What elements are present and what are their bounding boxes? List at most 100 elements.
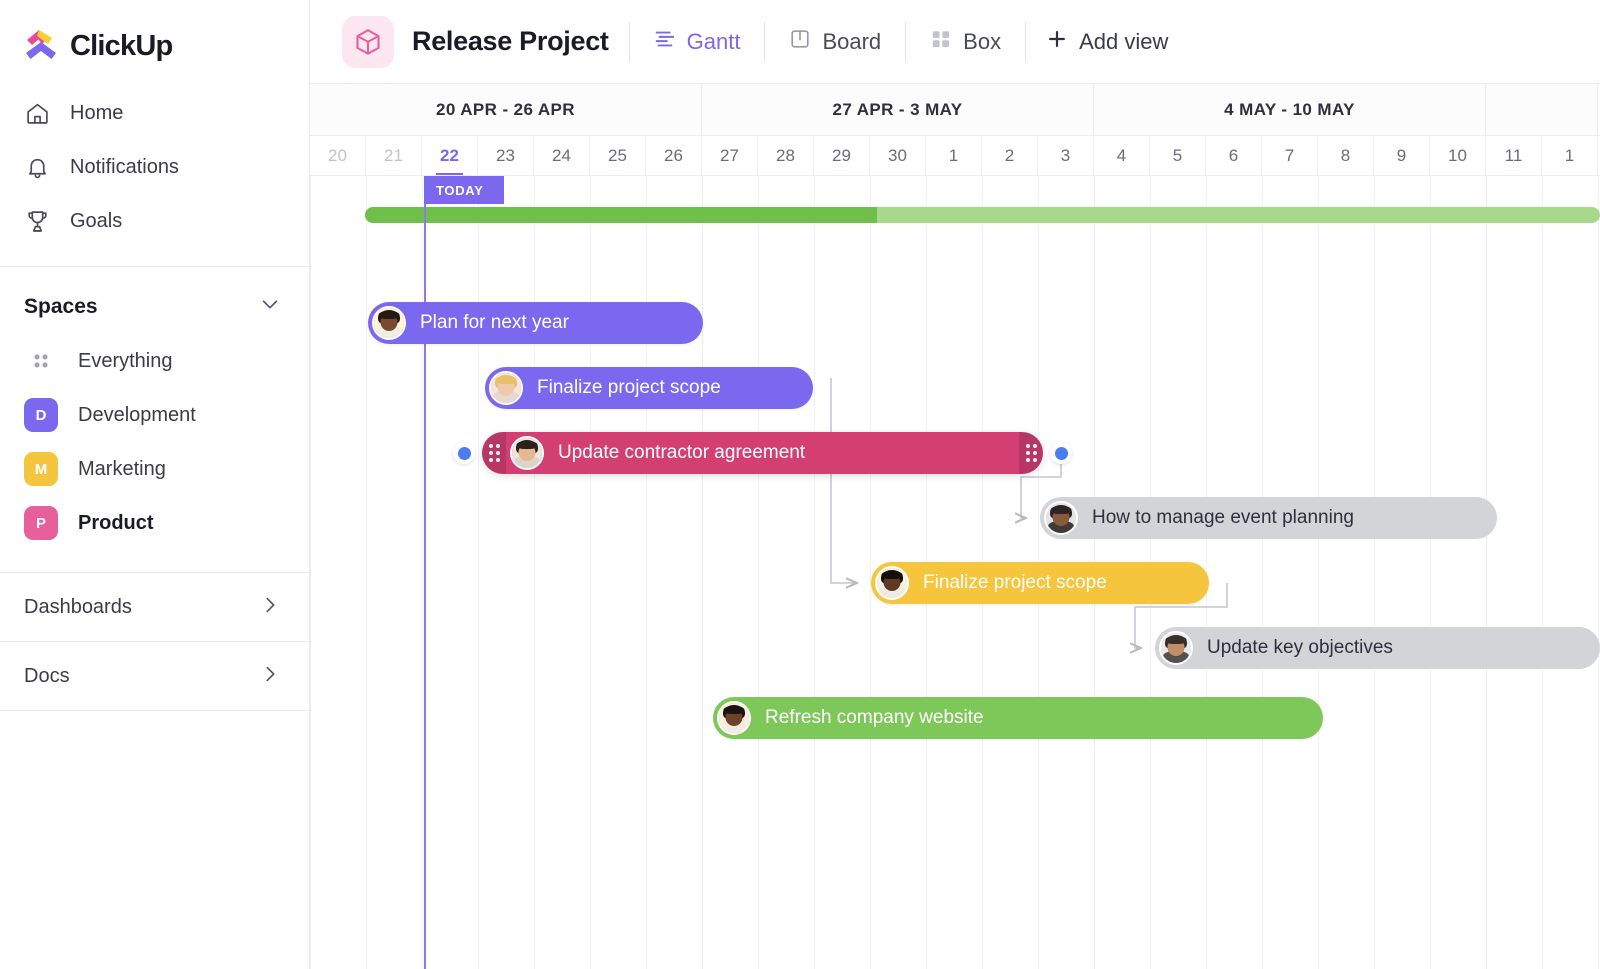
grip-dots-icon — [1025, 444, 1037, 462]
timeline-day-2[interactable]: 2 — [982, 136, 1038, 175]
avatar[interactable] — [372, 306, 406, 340]
gantt-canvas[interactable]: TODAY Plan for next year Finalize project… — [310, 176, 1600, 969]
avatar-face — [1046, 503, 1076, 533]
grip-dots-icon — [488, 444, 500, 462]
timeline-day-30[interactable]: 30 — [870, 136, 926, 175]
sidebar-item-home[interactable]: Home — [0, 86, 309, 140]
dependency-dot-end[interactable] — [1050, 442, 1072, 464]
sidebar-nav: Home Notifications Goals — [0, 72, 309, 248]
spaces-header[interactable]: Spaces — [0, 267, 309, 334]
clickup-logo[interactable]: ClickUp — [0, 0, 309, 72]
gantt-bar[interactable]: Update contractor agreement — [482, 432, 1043, 474]
timeline-week-0: 20 APR - 26 APR — [310, 84, 702, 135]
avatar[interactable] — [875, 566, 909, 600]
timeline-day-6[interactable]: 6 — [1206, 136, 1262, 175]
sidebar-item-docs[interactable]: Docs — [0, 642, 309, 710]
sidebar-item-notifications[interactable]: Notifications — [0, 140, 309, 194]
tab-gantt[interactable]: Gantt — [650, 22, 745, 61]
timeline-day-5[interactable]: 5 — [1150, 136, 1206, 175]
dependency-dot-core — [1054, 446, 1068, 460]
project-progress-bar[interactable] — [365, 207, 1600, 223]
timeline-day-1[interactable]: 1 — [926, 136, 982, 175]
timeline-day-9[interactable]: 9 — [1374, 136, 1430, 175]
timeline-day-24[interactable]: 24 — [534, 136, 590, 175]
timeline-day-8[interactable]: 8 — [1318, 136, 1374, 175]
project-progress-fill — [365, 207, 877, 223]
add-view-button[interactable]: Add view — [1046, 28, 1168, 55]
sidebar-item-marketing[interactable]: M Marketing — [0, 442, 309, 496]
tab-label: Board — [822, 28, 882, 54]
chevron-down-icon[interactable] — [259, 293, 281, 320]
gantt-bar[interactable]: Refresh company website — [713, 697, 1323, 739]
timeline-day-header: 20 21 22 23 24 25 26 27 28 29 30 1 2 3 4 5 6 7 8 9 10 11 1 — [310, 136, 1600, 176]
gantt-bar[interactable]: Finalize project scope — [485, 367, 813, 409]
timeline-day-22[interactable]: 22 — [422, 136, 478, 175]
timeline-week-3 — [1486, 84, 1598, 135]
today-marker-chip: TODAY — [424, 176, 504, 204]
timeline-day-28[interactable]: 28 — [758, 136, 814, 175]
gantt-bar[interactable]: Finalize project scope — [871, 562, 1209, 604]
gantt-bar-label: Update contractor agreement — [558, 442, 806, 463]
trophy-icon — [24, 208, 50, 234]
gantt-bar-label: Finalize project scope — [537, 377, 721, 398]
timeline-day-20[interactable]: 20 — [310, 136, 366, 175]
timeline-day-3[interactable]: 3 — [1038, 136, 1094, 175]
avatar[interactable] — [510, 436, 544, 470]
avatar[interactable] — [717, 701, 751, 735]
avatar-face — [374, 308, 404, 338]
sidebar-item-label: Notifications — [70, 155, 179, 178]
timeline-day-11[interactable]: 11 — [1486, 136, 1542, 175]
space-label: Development — [78, 403, 196, 426]
chevron-right-icon[interactable] — [259, 663, 281, 690]
timeline-day-7[interactable]: 7 — [1262, 136, 1318, 175]
timeline-day-10[interactable]: 10 — [1430, 136, 1486, 175]
gantt-bar[interactable]: How to manage event planning — [1040, 497, 1497, 539]
clickup-logo-text: ClickUp — [70, 29, 173, 62]
tab-board[interactable]: Board — [785, 22, 885, 61]
sidebar-item-dashboards[interactable]: Dashboards — [0, 573, 309, 641]
timeline-day-29[interactable]: 29 — [814, 136, 870, 175]
plus-icon — [1046, 28, 1068, 55]
gantt-bar[interactable]: Update key objectives — [1155, 627, 1600, 669]
page-title: Release Project — [412, 26, 609, 56]
box-icon — [930, 28, 952, 55]
tab-label: Box — [963, 28, 1002, 54]
timeline-day-27[interactable]: 27 — [702, 136, 758, 175]
timeline-week-2: 4 MAY - 10 MAY — [1094, 84, 1486, 135]
clickup-app: ClickUp Home Notifications Goals Spaces … — [0, 0, 1600, 969]
timeline-day-21[interactable]: 21 — [366, 136, 422, 175]
timeline-day-26[interactable]: 26 — [646, 136, 702, 175]
gantt-bar[interactable]: Plan for next year — [368, 302, 703, 344]
chevron-right-icon[interactable] — [259, 594, 281, 621]
tab-label: Gantt — [686, 28, 741, 54]
avatar-face — [491, 373, 521, 403]
folder-label: Docs — [24, 664, 70, 687]
gantt-icon — [654, 28, 676, 55]
toolbar-divider — [1025, 21, 1027, 62]
sidebar-item-everything[interactable]: Everything — [0, 334, 309, 388]
sidebar-item-development[interactable]: D Development — [0, 388, 309, 442]
space-badge-development: D — [24, 398, 58, 432]
spaces-list: Everything D Development M Marketing P P… — [0, 334, 309, 550]
avatar[interactable] — [489, 371, 523, 405]
tab-box[interactable]: Box — [926, 22, 1005, 61]
clickup-logo-icon — [22, 27, 60, 65]
timeline-day-4[interactable]: 4 — [1094, 136, 1150, 175]
avatar[interactable] — [1044, 501, 1078, 535]
sidebar-item-goals[interactable]: Goals — [0, 194, 309, 248]
cube-icon — [342, 15, 394, 68]
timeline-day-25[interactable]: 25 — [590, 136, 646, 175]
gantt-bar-label: Plan for next year — [420, 312, 569, 333]
sidebar: ClickUp Home Notifications Goals Spaces … — [0, 0, 310, 969]
folder-label: Dashboards — [24, 595, 132, 618]
avatar-face — [1161, 633, 1191, 663]
timeline-day-23[interactable]: 23 — [478, 136, 534, 175]
gantt-bar-label: Finalize project scope — [923, 572, 1107, 593]
sidebar-item-label: Home — [70, 101, 124, 124]
sidebar-divider-4 — [0, 710, 309, 711]
timeline-day-1[interactable]: 1 — [1542, 136, 1598, 175]
dependency-dot-start[interactable] — [453, 442, 475, 464]
sidebar-item-product[interactable]: P Product — [0, 496, 309, 550]
avatar[interactable] — [1159, 631, 1193, 665]
sidebar-item-label: Goals — [70, 209, 123, 232]
